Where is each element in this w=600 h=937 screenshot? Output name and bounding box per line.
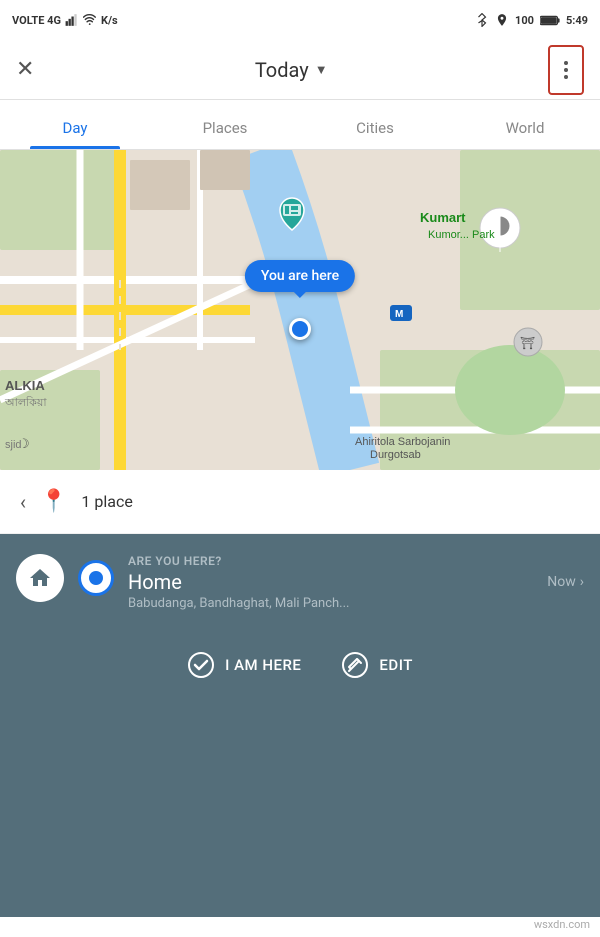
pin-icon: 📍: [40, 489, 67, 514]
location-card: ARE YOU HERE? Home Now › Babudanga, Band…: [16, 554, 584, 611]
edit-button[interactable]: EDIT: [341, 651, 412, 679]
tabs-bar: Day Places Cities World: [0, 100, 600, 150]
dot3: [564, 75, 568, 79]
svg-text:Durgotsab: Durgotsab: [370, 449, 421, 461]
svg-text:Kumart: Kumart: [420, 210, 466, 225]
wifi-icon: [83, 13, 97, 27]
location-icon-status: [495, 13, 509, 27]
tab-places[interactable]: Places: [150, 119, 300, 149]
svg-text:ALKIA: ALKIA: [5, 378, 45, 393]
location-indicator: [78, 560, 114, 596]
tab-cities[interactable]: Cities: [300, 119, 450, 149]
data-speed: K/s: [101, 14, 118, 27]
more-button[interactable]: [548, 45, 584, 95]
dot1: [564, 61, 568, 65]
close-button[interactable]: ✕: [16, 59, 34, 81]
are-you-here-label: ARE YOU HERE?: [128, 554, 584, 568]
dot2: [564, 68, 568, 72]
svg-text:আলকিয়া: আলকিয়া: [4, 396, 47, 409]
address-text: Babudanga, Bandhaghat, Mali Panch...: [128, 596, 584, 611]
edit-icon: [341, 651, 369, 679]
battery-icon: [540, 15, 560, 26]
now-chevron: ›: [580, 574, 584, 590]
back-arrow[interactable]: ‹: [20, 490, 26, 514]
status-right: 100 5:49: [475, 13, 588, 27]
watermark: wsxdn.com: [534, 918, 590, 931]
home-icon-container: [16, 554, 64, 602]
edit-label: EDIT: [379, 656, 412, 674]
map-container[interactable]: Kumart Kumor... Park M ⛩ ALKIA আলকিয়া A…: [0, 150, 600, 470]
tab-day[interactable]: Day: [0, 119, 150, 149]
action-buttons: I AM HERE EDIT: [16, 635, 584, 679]
time-display: 5:49: [566, 14, 588, 27]
header-title-text: Today: [255, 58, 309, 82]
signal-icon: [65, 13, 79, 27]
svg-text:⛩: ⛩: [520, 336, 535, 350]
i-am-here-label: I AM HERE: [225, 656, 301, 674]
i-am-here-icon: [187, 651, 215, 679]
card-text: ARE YOU HERE? Home Now › Babudanga, Band…: [128, 554, 584, 611]
svg-text:Ahiritola Sarbojanin: Ahiritola Sarbojanin: [355, 436, 450, 448]
map-svg: Kumart Kumor... Park M ⛩ ALKIA আলকিয়া A…: [0, 150, 600, 470]
home-icon: [28, 566, 52, 590]
now-label: Now: [547, 574, 576, 590]
battery-text: 100: [515, 14, 534, 27]
header: ✕ Today ▼: [0, 40, 600, 100]
svg-text:☽: ☽: [18, 436, 30, 451]
blue-dot: [89, 571, 103, 585]
places-count: 1 place: [81, 492, 132, 511]
bluetooth-icon: [475, 13, 489, 27]
current-location-dot: [289, 318, 311, 340]
now-row[interactable]: Now ›: [547, 574, 584, 590]
i-am-here-button[interactable]: I AM HERE: [187, 651, 301, 679]
svg-text:M: M: [395, 309, 403, 320]
home-label: Home: [128, 570, 182, 594]
header-title: Today ▼: [255, 58, 328, 82]
title-arrow[interactable]: ▼: [315, 62, 328, 78]
bottom-panel: ARE YOU HERE? Home Now › Babudanga, Band…: [0, 534, 600, 917]
carrier-text: VOLTE 4G: [12, 14, 61, 27]
places-bar: ‹ 📍 1 place: [0, 470, 600, 534]
svg-text:Kumor... Park: Kumor... Park: [428, 229, 495, 241]
tab-world[interactable]: World: [450, 119, 600, 149]
you-are-here-bubble: You are here: [245, 260, 355, 292]
status-left: VOLTE 4G K/s: [12, 13, 118, 27]
home-label-row: Home Now ›: [128, 570, 584, 594]
status-bar: VOLTE 4G K/s 100 5:49: [0, 0, 600, 40]
